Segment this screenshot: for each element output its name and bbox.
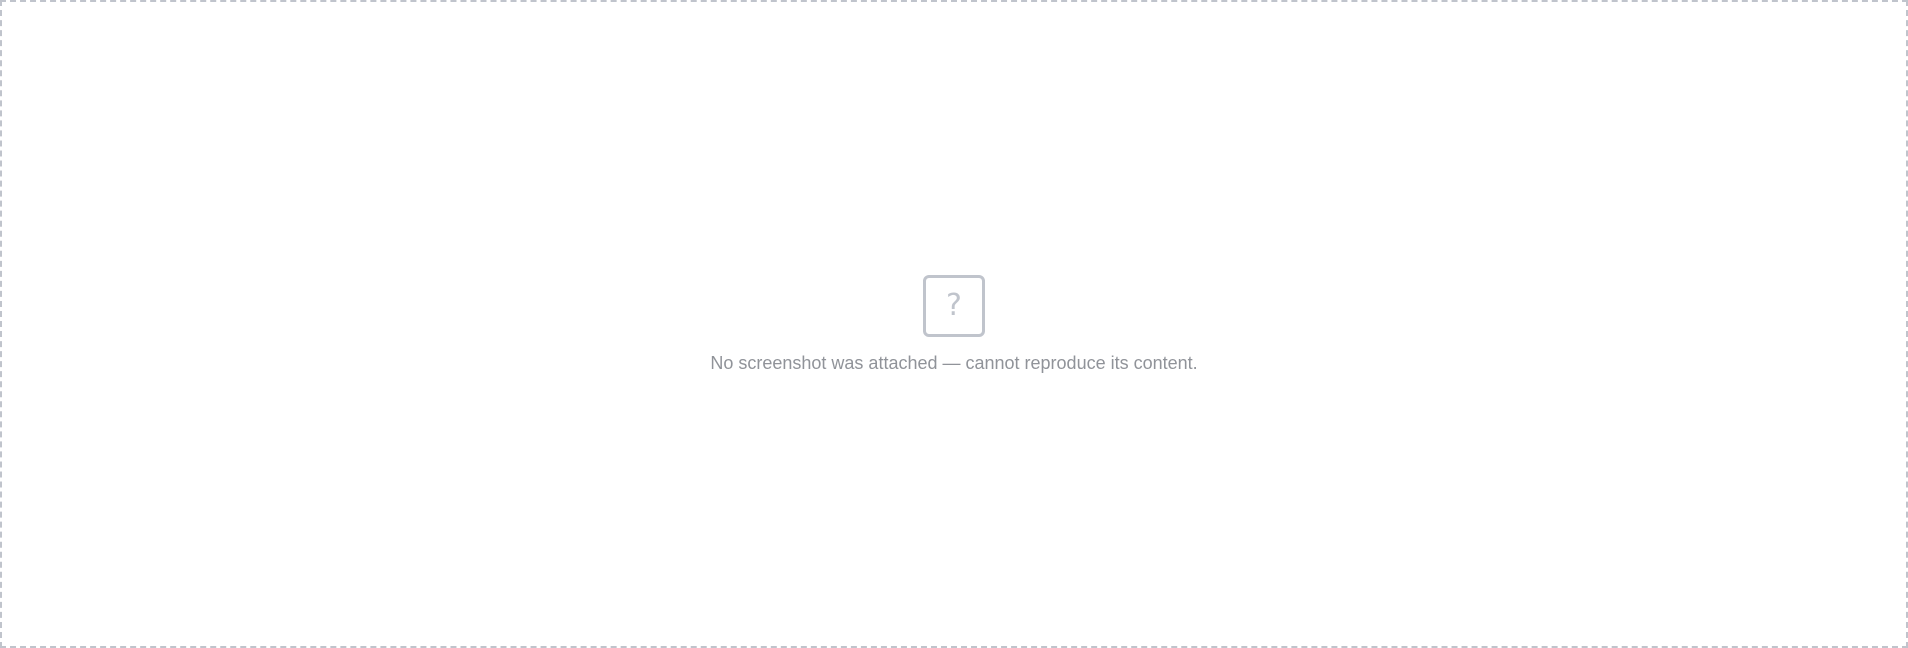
empty-canvas: ? No screenshot was attached — cannot re… <box>0 0 1908 648</box>
placeholder-message: No screenshot was attached — cannot repr… <box>710 352 1198 373</box>
missing-image-icon: ? <box>923 274 985 337</box>
